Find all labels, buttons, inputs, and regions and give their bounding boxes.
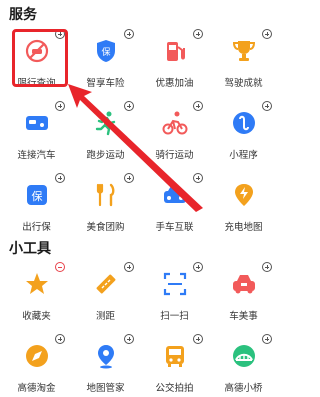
svg-text:保: 保 xyxy=(101,46,110,58)
map-pin-icon xyxy=(93,343,119,369)
car-connect-icon xyxy=(24,110,50,136)
trophy-icon xyxy=(231,38,257,64)
tools-item-label: 收藏夹 xyxy=(22,311,51,322)
tools-item-label: 高德淘金 xyxy=(17,383,56,394)
services-item-7[interactable]: 小程序 xyxy=(209,94,278,164)
charging-map-icon xyxy=(231,182,257,208)
services-item-label: 优惠加油 xyxy=(155,78,194,89)
services-item-label: 美食团购 xyxy=(86,222,125,233)
services-section-title: 服务 xyxy=(9,7,37,23)
add-icon[interactable] xyxy=(193,173,203,183)
services-item-1[interactable]: 保智享车险 xyxy=(71,22,140,92)
services-item-5[interactable]: 跑步运动 xyxy=(71,94,140,164)
gold-compass-icon xyxy=(24,343,50,369)
tools-item-0[interactable]: 收藏夹 xyxy=(2,255,71,325)
fork-knife-icon xyxy=(93,182,119,208)
services-item-6[interactable]: 骑行运动 xyxy=(140,94,209,164)
services-item-label: 充电地图 xyxy=(224,222,263,233)
tools-item-5[interactable]: 地图管家 xyxy=(71,327,140,397)
add-icon[interactable] xyxy=(55,173,65,183)
services-item-4[interactable]: 连接汽车 xyxy=(2,94,71,164)
services-item-11[interactable]: 充电地图 xyxy=(209,166,278,236)
services-item-9[interactable]: 美食团购 xyxy=(71,166,140,236)
add-icon[interactable] xyxy=(193,334,203,344)
tools-item-2[interactable]: 扫一扫 xyxy=(140,255,209,325)
services-item-2[interactable]: 优惠加油 xyxy=(140,22,209,92)
services-item-label: 连接汽车 xyxy=(17,150,56,161)
scan-icon xyxy=(162,271,188,297)
tools-item-label: 地图管家 xyxy=(86,383,125,394)
add-icon[interactable] xyxy=(55,101,65,111)
tools-item-label: 测距 xyxy=(95,311,115,322)
add-icon[interactable] xyxy=(124,101,134,111)
services-item-label: 出行保 xyxy=(22,222,51,233)
add-icon[interactable] xyxy=(262,29,272,39)
tools-item-label: 高德小桥 xyxy=(224,383,263,394)
add-icon[interactable] xyxy=(262,334,272,344)
add-icon[interactable] xyxy=(55,334,65,344)
ruler-icon xyxy=(93,271,119,297)
tools-item-7[interactable]: 高德小桥 xyxy=(209,327,278,397)
add-icon[interactable] xyxy=(193,262,203,272)
car-service-icon xyxy=(231,271,257,297)
add-icon[interactable] xyxy=(193,101,203,111)
add-icon[interactable] xyxy=(124,29,134,39)
tools-item-label: 车美事 xyxy=(229,311,258,322)
add-icon[interactable] xyxy=(262,101,272,111)
services-item-3[interactable]: 驾驶成就 xyxy=(209,22,278,92)
tools-item-3[interactable]: 车美事 xyxy=(209,255,278,325)
remove-icon[interactable] xyxy=(55,262,65,272)
services-item-label: 驾驶成就 xyxy=(224,78,263,89)
services-item-10[interactable]: 手车互联 xyxy=(140,166,209,236)
mini-program-icon xyxy=(231,110,257,136)
phone-car-icon xyxy=(162,182,188,208)
add-icon[interactable] xyxy=(124,173,134,183)
services-item-label: 小程序 xyxy=(229,150,258,161)
tools-item-1[interactable]: 测距 xyxy=(71,255,140,325)
highlight-box xyxy=(12,29,68,87)
insurance-shield-icon: 保 xyxy=(93,38,119,64)
add-icon[interactable] xyxy=(262,262,272,272)
cycling-icon xyxy=(162,110,188,136)
svg-text:保: 保 xyxy=(31,189,42,203)
bus-camera-icon xyxy=(162,343,188,369)
services-item-label: 智享车险 xyxy=(86,78,125,89)
services-item-label: 跑步运动 xyxy=(86,150,125,161)
services-item-label: 骑行运动 xyxy=(155,150,194,161)
add-icon[interactable] xyxy=(124,334,134,344)
services-item-8[interactable]: 保出行保 xyxy=(2,166,71,236)
add-icon[interactable] xyxy=(193,29,203,39)
tools-item-label: 公交拍拍 xyxy=(155,383,194,394)
services-item-label: 手车互联 xyxy=(155,222,194,233)
tools-item-6[interactable]: 公交拍拍 xyxy=(140,327,209,397)
bridge-icon xyxy=(231,343,257,369)
fuel-pump-icon xyxy=(162,38,188,64)
running-icon xyxy=(93,110,119,136)
travel-insurance-icon: 保 xyxy=(24,182,50,208)
add-icon[interactable] xyxy=(124,262,134,272)
tools-item-label: 扫一扫 xyxy=(160,311,189,322)
star-icon xyxy=(24,271,50,297)
tools-item-4[interactable]: 高德淘金 xyxy=(2,327,71,397)
